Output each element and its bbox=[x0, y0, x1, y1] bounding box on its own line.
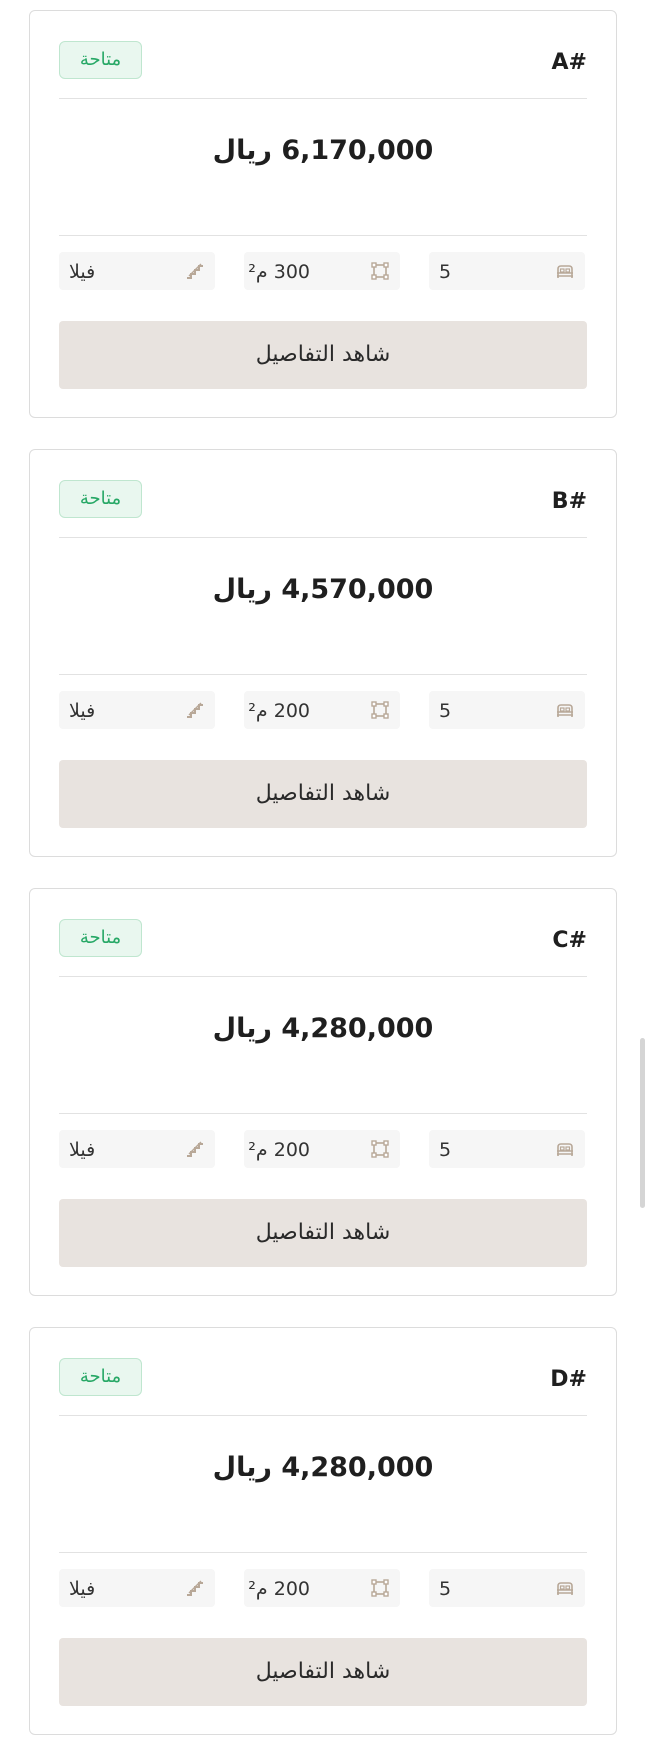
bed-icon bbox=[555, 700, 575, 720]
area-feature: 200 م² bbox=[244, 1130, 400, 1168]
property-type-value: فيلا bbox=[69, 1139, 96, 1161]
area-feature: 200 م² bbox=[244, 1569, 400, 1607]
unit-card: C# متاحة 4,280,000 ريال فيلا 200 م² 5 شاهد الت… bbox=[29, 888, 617, 1296]
divider bbox=[59, 1552, 587, 1553]
unit-code: A# bbox=[551, 50, 587, 75]
unit-card: B# متاحة 4,570,000 ريال فيلا 200 م² 5 شاهد الت… bbox=[29, 449, 617, 857]
area-feature: 200 م² bbox=[244, 691, 400, 729]
stairs-icon bbox=[185, 261, 205, 281]
divider bbox=[59, 1113, 587, 1114]
status-badge: متاحة bbox=[59, 1358, 142, 1396]
scrollbar-thumb[interactable] bbox=[640, 1038, 645, 1208]
unit-price: 4,570,000 ريال bbox=[212, 574, 434, 605]
unit-code: D# bbox=[550, 1367, 587, 1392]
bed-icon bbox=[555, 261, 575, 281]
card-header: A# متاحة bbox=[59, 41, 587, 81]
stairs-icon bbox=[185, 700, 205, 720]
property-type-value: فيلا bbox=[69, 700, 96, 722]
area-frame-icon bbox=[370, 700, 390, 720]
area-value: 200 م² bbox=[248, 1578, 310, 1600]
bedrooms-feature: 5 bbox=[429, 691, 585, 729]
bedrooms-value: 5 bbox=[439, 700, 452, 722]
area-feature: 300 م² bbox=[244, 252, 400, 290]
bedrooms-feature: 5 bbox=[429, 1569, 585, 1607]
divider bbox=[59, 1415, 587, 1416]
unit-price: 4,280,000 ريال bbox=[212, 1013, 434, 1044]
bedrooms-value: 5 bbox=[439, 1578, 452, 1600]
bed-icon bbox=[555, 1578, 575, 1598]
divider bbox=[59, 976, 587, 977]
stairs-icon bbox=[185, 1578, 205, 1598]
view-details-button[interactable]: شاهد التفاصيل bbox=[59, 1638, 587, 1706]
stairs-icon bbox=[185, 1139, 205, 1159]
property-type-feature: فيلا bbox=[59, 1569, 215, 1607]
unit-price: 4,280,000 ريال bbox=[212, 1452, 434, 1483]
property-type-feature: فيلا bbox=[59, 252, 215, 290]
divider bbox=[59, 98, 587, 99]
status-badge: متاحة bbox=[59, 41, 142, 79]
area-frame-icon bbox=[370, 1578, 390, 1598]
area-value: 200 م² bbox=[248, 1139, 310, 1161]
unit-card-list: A# متاحة 6,170,000 ريال فيلا 300 م² 5 شاهد الت… bbox=[0, 0, 646, 1737]
bed-icon bbox=[555, 1139, 575, 1159]
unit-card: D# متاحة 4,280,000 ريال فيلا 200 م² 5 شاهد الت… bbox=[29, 1327, 617, 1735]
status-badge: متاحة bbox=[59, 919, 142, 957]
unit-code: B# bbox=[551, 489, 587, 514]
property-type-feature: فيلا bbox=[59, 691, 215, 729]
property-type-value: فيلا bbox=[69, 1578, 96, 1600]
divider bbox=[59, 235, 587, 236]
divider bbox=[59, 537, 587, 538]
property-type-feature: فيلا bbox=[59, 1130, 215, 1168]
divider bbox=[59, 674, 587, 675]
bedrooms-value: 5 bbox=[439, 1139, 452, 1161]
bedrooms-feature: 5 bbox=[429, 252, 585, 290]
unit-price: 6,170,000 ريال bbox=[212, 135, 434, 166]
unit-card: A# متاحة 6,170,000 ريال فيلا 300 م² 5 شاهد الت… bbox=[29, 10, 617, 418]
property-type-value: فيلا bbox=[69, 261, 96, 283]
bedrooms-value: 5 bbox=[439, 261, 452, 283]
card-header: D# متاحة bbox=[59, 1358, 587, 1398]
unit-code: C# bbox=[552, 928, 587, 953]
area-value: 200 م² bbox=[248, 700, 310, 722]
status-badge: متاحة bbox=[59, 480, 142, 518]
card-header: C# متاحة bbox=[59, 919, 587, 959]
view-details-button[interactable]: شاهد التفاصيل bbox=[59, 1199, 587, 1267]
area-value: 300 م² bbox=[248, 261, 310, 283]
card-header: B# متاحة bbox=[59, 480, 587, 520]
area-frame-icon bbox=[370, 261, 390, 281]
bedrooms-feature: 5 bbox=[429, 1130, 585, 1168]
view-details-button[interactable]: شاهد التفاصيل bbox=[59, 760, 587, 828]
area-frame-icon bbox=[370, 1139, 390, 1159]
view-details-button[interactable]: شاهد التفاصيل bbox=[59, 321, 587, 389]
